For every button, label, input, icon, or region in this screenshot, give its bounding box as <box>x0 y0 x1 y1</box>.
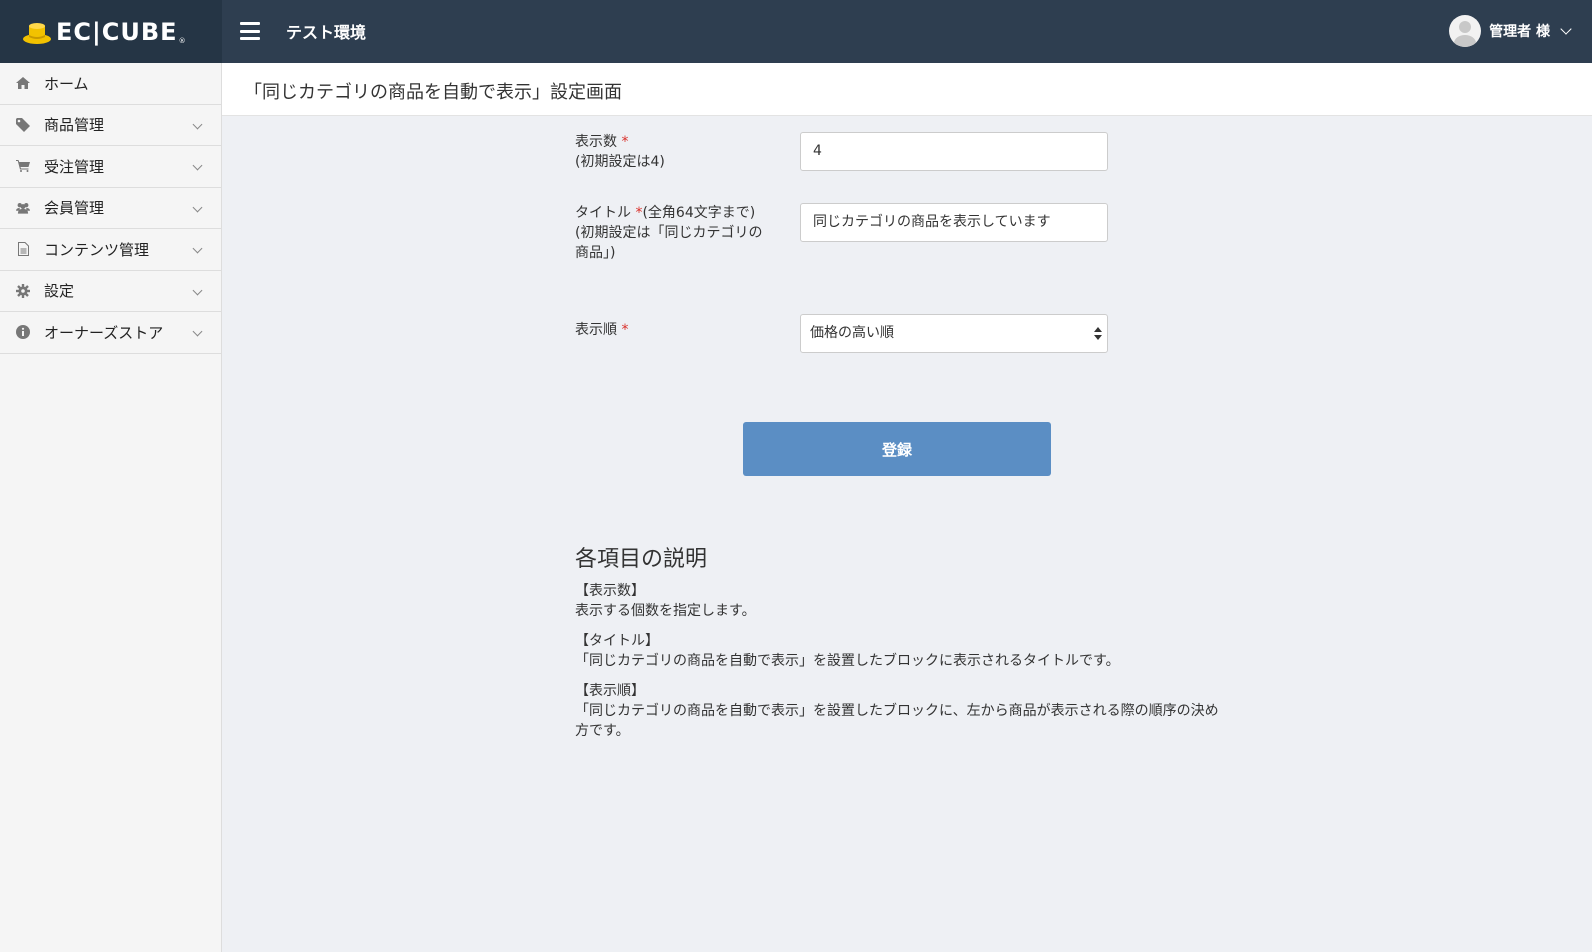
sidebar-item-orders[interactable]: 受注管理 <box>0 146 221 188</box>
sidebar-item-owners-store[interactable]: オーナーズストア <box>0 312 221 354</box>
menu-toggle-icon[interactable] <box>240 22 260 40</box>
form-row-title: タイトル *(全角64文字まで) (初期設定は「同じカテゴリの商品」) 同じカテ… <box>575 203 1215 293</box>
count-label-text: 表示数 <box>575 134 617 150</box>
count-label: 表示数 * (初期設定は4) <box>575 132 775 172</box>
home-icon <box>16 76 30 90</box>
description-block-order: 【表示順】 「同じカテゴリの商品を自動で表示」を設置したブロックに、左から商品が… <box>575 681 1225 741</box>
title-label-text: タイトル <box>575 205 631 221</box>
cart-icon <box>16 159 30 173</box>
count-note: (初期設定は4) <box>575 154 665 170</box>
users-icon <box>16 201 30 215</box>
order-select[interactable]: 価格の高い順 <box>800 314 1108 353</box>
logo-text: EC|CUBE <box>56 17 178 46</box>
sidebar-item-contents[interactable]: コンテンツ管理 <box>0 229 221 271</box>
title-input[interactable]: 同じカテゴリの商品を表示しています <box>800 203 1108 242</box>
title-label-suffix: (全角64文字まで) <box>642 205 756 221</box>
required-mark: * <box>621 134 629 150</box>
description-block-title: 【表示順】 <box>575 683 645 699</box>
sidebar-item-label: 設定 <box>44 282 75 301</box>
description-heading: 各項目の説明 <box>575 547 708 572</box>
order-select-value: 価格の高い順 <box>810 325 894 341</box>
environment-title: テスト環境 <box>286 23 367 42</box>
sidebar: ホーム 商品管理 受注管理 会員管理 コンテンツ管理 設定 オーナーズストア <box>0 63 222 952</box>
page-header: 「同じカテゴリの商品を自動で表示」設定画面 <box>222 63 1592 116</box>
description-block-title: 【タイトル】 <box>575 633 659 649</box>
register-button[interactable]: 登録 <box>743 422 1051 476</box>
sidebar-item-settings[interactable]: 設定 <box>0 271 221 312</box>
select-arrows-icon <box>1094 327 1102 341</box>
logo-registered-mark: ® <box>178 37 186 45</box>
chevron-down-icon <box>192 243 203 254</box>
form-row-order: 表示順 * 価格の高い順 <box>575 314 1215 354</box>
logo-hat-icon <box>22 18 52 46</box>
top-header: EC|CUBE ® テスト環境 管理者 様 <box>0 0 1592 63</box>
chevron-down-icon <box>192 119 203 129</box>
title-label: タイトル *(全角64文字まで) (初期設定は「同じカテゴリの商品」) <box>575 203 771 263</box>
chevron-down-icon <box>192 285 203 295</box>
gear-icon <box>16 283 30 298</box>
document-icon <box>16 242 30 257</box>
required-mark: * <box>621 322 629 338</box>
page-title: 「同じカテゴリの商品を自動で表示」設定画面 <box>244 82 622 103</box>
chevron-down-icon <box>192 160 203 171</box>
description-block-text: 表示する個数を指定します。 <box>575 603 756 619</box>
sidebar-item-label: オーナーズストア <box>44 323 164 342</box>
sidebar-item-label: コンテンツ管理 <box>44 240 150 259</box>
sidebar-item-label: 商品管理 <box>44 116 105 135</box>
chevron-down-icon <box>1560 23 1572 35</box>
description-block-title-field: 【タイトル】 「同じカテゴリの商品を自動で表示」を設置したブロックに表示されるタ… <box>575 631 1225 671</box>
sidebar-item-label: 会員管理 <box>44 199 105 218</box>
sidebar-item-label: ホーム <box>44 74 89 93</box>
count-input[interactable]: 4 <box>800 132 1108 171</box>
eccube-logo[interactable]: EC|CUBE ® <box>0 0 222 63</box>
avatar <box>1449 15 1482 47</box>
description-block-count: 【表示数】 表示する個数を指定します。 <box>575 581 1225 621</box>
tag-icon <box>16 117 30 132</box>
order-label: 表示順 * <box>575 320 775 340</box>
info-icon <box>16 325 30 340</box>
description-block-text: 「同じカテゴリの商品を自動で表示」を設置したブロックに、左から商品が表示される際… <box>575 703 1219 739</box>
description-block-title: 【表示数】 <box>575 583 645 599</box>
sidebar-item-home[interactable]: ホーム <box>0 63 221 105</box>
form-row-count: 表示数 * (初期設定は4) 4 <box>575 132 1215 180</box>
user-name: 管理者 様 <box>1489 24 1550 40</box>
sidebar-item-members[interactable]: 会員管理 <box>0 188 221 229</box>
sidebar-item-products[interactable]: 商品管理 <box>0 105 221 146</box>
title-note: (初期設定は「同じカテゴリの商品」) <box>575 225 763 261</box>
sidebar-item-label: 受注管理 <box>44 157 105 176</box>
description-block-text: 「同じカテゴリの商品を自動で表示」を設置したブロックに表示されるタイトルです。 <box>575 653 1120 669</box>
chevron-down-icon <box>192 202 203 212</box>
description-section: 各項目の説明 【表示数】 表示する個数を指定します。 【タイトル】 「同じカテゴ… <box>575 541 1225 751</box>
order-label-text: 表示順 <box>575 322 617 338</box>
chevron-down-icon <box>192 326 203 337</box>
user-menu[interactable]: 管理者 様 <box>1449 15 1572 47</box>
